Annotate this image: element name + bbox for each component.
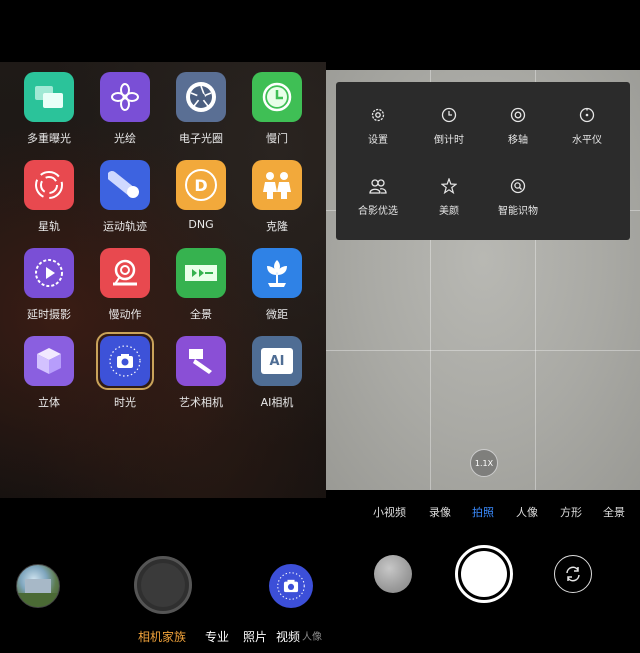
mode-label: 光绘 [114, 132, 136, 145]
tab-pro[interactable]: 专业 [205, 628, 229, 645]
mode-label: 全景 [190, 308, 212, 321]
light-painting-icon [100, 72, 150, 122]
multi-exposure-icon [24, 72, 74, 122]
tab-photo[interactable]: 照片 [243, 628, 267, 645]
mode-slow-motion[interactable]: 慢动作 [85, 248, 165, 322]
tab-video[interactable]: 视频 [276, 628, 300, 645]
mode-label: 慢门 [266, 132, 288, 145]
switch-camera-icon [566, 566, 580, 582]
mode-star-trail[interactable]: 星轨 [9, 160, 89, 234]
mode-label: 运动轨迹 [103, 220, 147, 233]
tab-photo[interactable]: 拍照 [472, 504, 494, 520]
group-photo-icon [369, 179, 387, 194]
selection-ring [96, 332, 154, 390]
setting-group-photo[interactable]: 合影优选 [341, 178, 415, 217]
mode-dng[interactable]: D DNG [161, 160, 241, 231]
setting-label: 倒计时 [434, 135, 464, 146]
setting-label: 智能识物 [498, 206, 538, 217]
shutter-button[interactable] [455, 545, 513, 603]
thumbnail-grass [17, 593, 59, 607]
cube-icon [24, 336, 74, 386]
time-camera-icon [277, 572, 305, 600]
current-mode-button[interactable] [269, 564, 313, 608]
mode-label: 克隆 [266, 220, 288, 233]
dng-badge: D [185, 169, 217, 201]
tilt-shift-icon [510, 107, 526, 123]
slow-shutter-icon [252, 72, 302, 122]
setting-tilt-shift[interactable]: 移轴 [481, 107, 555, 146]
mode-label: 慢动作 [108, 308, 142, 321]
mode-label: 延时摄影 [27, 308, 71, 321]
setting-level[interactable]: 水平仪 [550, 107, 624, 146]
tab-camera-family[interactable]: 相机家族 [138, 628, 186, 645]
tab-portrait[interactable]: 人像 [302, 628, 322, 643]
clone-icon [252, 160, 302, 210]
shutter-button[interactable] [134, 556, 192, 614]
mode-time-selected[interactable]: 时光 [85, 332, 165, 410]
zoom-button[interactable]: 1.1X [470, 449, 498, 477]
tab-square[interactable]: 方形 [560, 504, 582, 520]
mode-label: 多重曝光 [27, 132, 71, 145]
mode-label: 电子光圈 [179, 132, 223, 145]
camera-photo-screen: 设置 倒计时 移轴 水平仪 合影优选 美颜 智能识物 1.1X 小视频 录像 拍… [326, 0, 640, 653]
timelapse-icon [24, 248, 74, 298]
setting-timer[interactable]: 倒计时 [412, 107, 486, 146]
mode-label: 艺术相机 [179, 396, 223, 409]
setting-label: 水平仪 [572, 135, 602, 146]
level-icon [579, 107, 595, 123]
mode-slow-shutter[interactable]: 慢门 [237, 72, 317, 146]
thumbnail-building [25, 579, 51, 593]
object-recognition-icon [510, 178, 526, 194]
setting-settings[interactable]: 设置 [341, 107, 415, 146]
mode-label: DNG [188, 218, 214, 231]
gallery-thumbnail[interactable] [16, 564, 60, 608]
dng-icon: D [176, 160, 226, 210]
mode-label: 立体 [38, 396, 60, 409]
mode-aperture[interactable]: 电子光圈 [161, 72, 241, 146]
mode-clone[interactable]: 克隆 [237, 160, 317, 234]
tab-record[interactable]: 录像 [429, 504, 451, 520]
mode-stereo[interactable]: 立体 [9, 336, 89, 410]
mode-multi-exposure[interactable]: 多重曝光 [9, 72, 89, 146]
tab-panorama[interactable]: 全景 [603, 504, 625, 520]
switch-camera-button[interactable] [554, 555, 592, 593]
mode-panorama[interactable]: 全景 [161, 248, 241, 322]
mode-motion-trail[interactable]: 运动轨迹 [85, 160, 165, 234]
aperture-icon [176, 72, 226, 122]
panorama-icon [176, 248, 226, 298]
star-trail-icon [24, 160, 74, 210]
quick-settings-panel: 设置 倒计时 移轴 水平仪 合影优选 美颜 智能识物 [336, 82, 630, 240]
shutter-inner [141, 563, 185, 607]
tab-portrait[interactable]: 人像 [516, 504, 538, 520]
mode-label: 时光 [114, 396, 136, 409]
mode-timelapse[interactable]: 延时摄影 [9, 248, 89, 322]
mode-light-painting[interactable]: 光绘 [85, 72, 165, 146]
ai-text-badge: AI [261, 348, 293, 374]
setting-object-recognition[interactable]: 智能识物 [481, 178, 555, 217]
macro-icon [252, 248, 302, 298]
mode-macro[interactable]: 微距 [237, 248, 317, 322]
setting-label: 移轴 [508, 135, 528, 146]
setting-beauty[interactable]: 美颜 [412, 178, 486, 217]
mode-label: 星轨 [38, 220, 60, 233]
grid-line [326, 350, 640, 351]
gear-icon [371, 108, 385, 122]
setting-label: 美颜 [439, 206, 459, 217]
art-brush-icon [176, 336, 226, 386]
setting-label: 合影优选 [358, 206, 398, 217]
setting-label: 设置 [368, 135, 388, 146]
slow-motion-icon [100, 248, 150, 298]
beauty-icon [441, 178, 457, 194]
motion-trail-icon [100, 160, 150, 210]
tab-short-video[interactable]: 小视频 [373, 504, 406, 520]
mode-label: AI相机 [260, 396, 294, 409]
mode-ai-camera[interactable]: AI AI相机 [237, 336, 317, 410]
gallery-thumbnail[interactable] [374, 555, 412, 593]
timer-icon [441, 107, 457, 123]
camera-family-screen: 多重曝光 光绘 电子光圈 慢门 星轨 运动轨迹 D DNG 克隆 延时摄影 慢动… [0, 0, 326, 653]
mode-label: 微距 [266, 308, 288, 321]
shutter-inner [461, 551, 507, 597]
ai-camera-icon: AI [252, 336, 302, 386]
mode-art-camera[interactable]: 艺术相机 [161, 336, 241, 410]
